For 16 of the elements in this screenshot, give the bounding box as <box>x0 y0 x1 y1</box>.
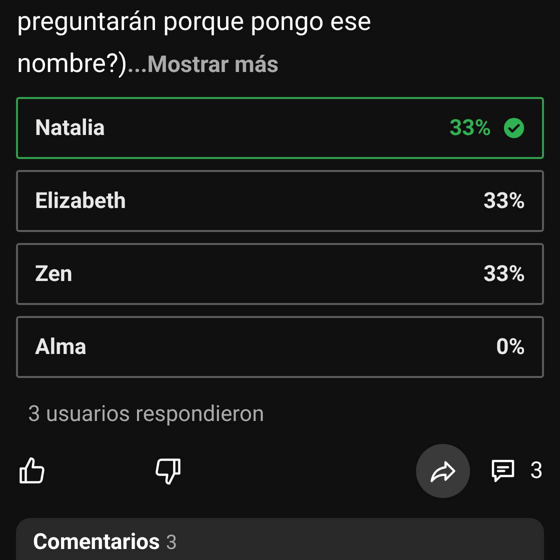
comments-title: Comentarios <box>33 530 160 555</box>
comments-count: 3 <box>166 530 178 554</box>
check-icon <box>503 117 525 139</box>
poll-option[interactable]: Alma 0% <box>16 316 544 378</box>
dislike-button[interactable] <box>153 456 183 486</box>
post-text: nombre?)...Mostrar más <box>17 48 279 81</box>
comments-button[interactable]: 3 <box>488 454 543 488</box>
responses-count: 3 usuarios respondieron <box>27 401 266 429</box>
poll-option[interactable]: Natalia 33% <box>16 97 544 159</box>
post-text: preguntarán porque pongo ese <box>17 6 372 39</box>
thumbs-up-icon <box>17 456 47 486</box>
thumbs-down-icon <box>153 456 183 486</box>
show-more-link[interactable]: ...Mostrar más <box>127 51 279 78</box>
like-button[interactable] <box>17 456 47 486</box>
poll-option[interactable]: Zen 33% <box>16 243 544 305</box>
poll-option[interactable]: Elizabeth 33% <box>16 170 544 232</box>
